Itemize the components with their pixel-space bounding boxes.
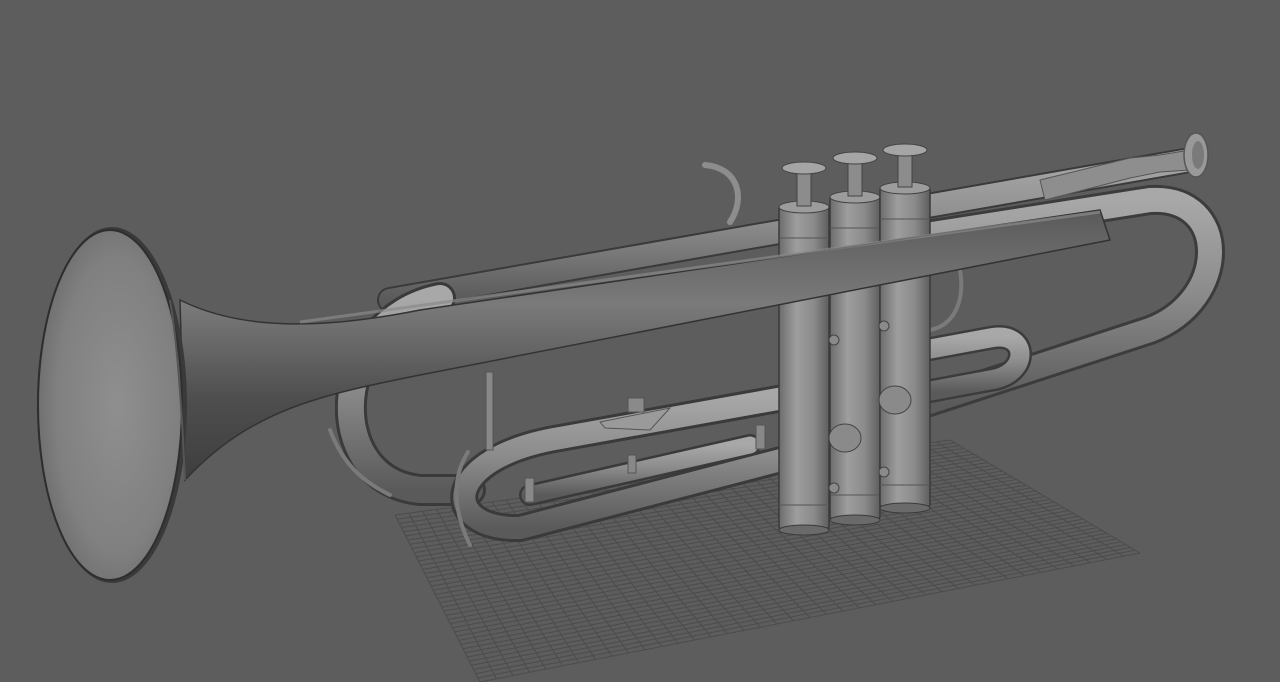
grid-line — [471, 541, 1122, 666]
bell-flare — [37, 227, 187, 583]
viewport-canvas[interactable] — [0, 0, 1280, 682]
grid-line — [469, 538, 1117, 662]
water-key-wire — [702, 162, 741, 225]
valve-casings — [778, 143, 931, 536]
3d-viewport[interactable] — [0, 0, 1280, 682]
valve-1[interactable] — [778, 161, 830, 536]
third-valve-slide — [913, 325, 1032, 404]
grid-line — [467, 535, 1112, 658]
